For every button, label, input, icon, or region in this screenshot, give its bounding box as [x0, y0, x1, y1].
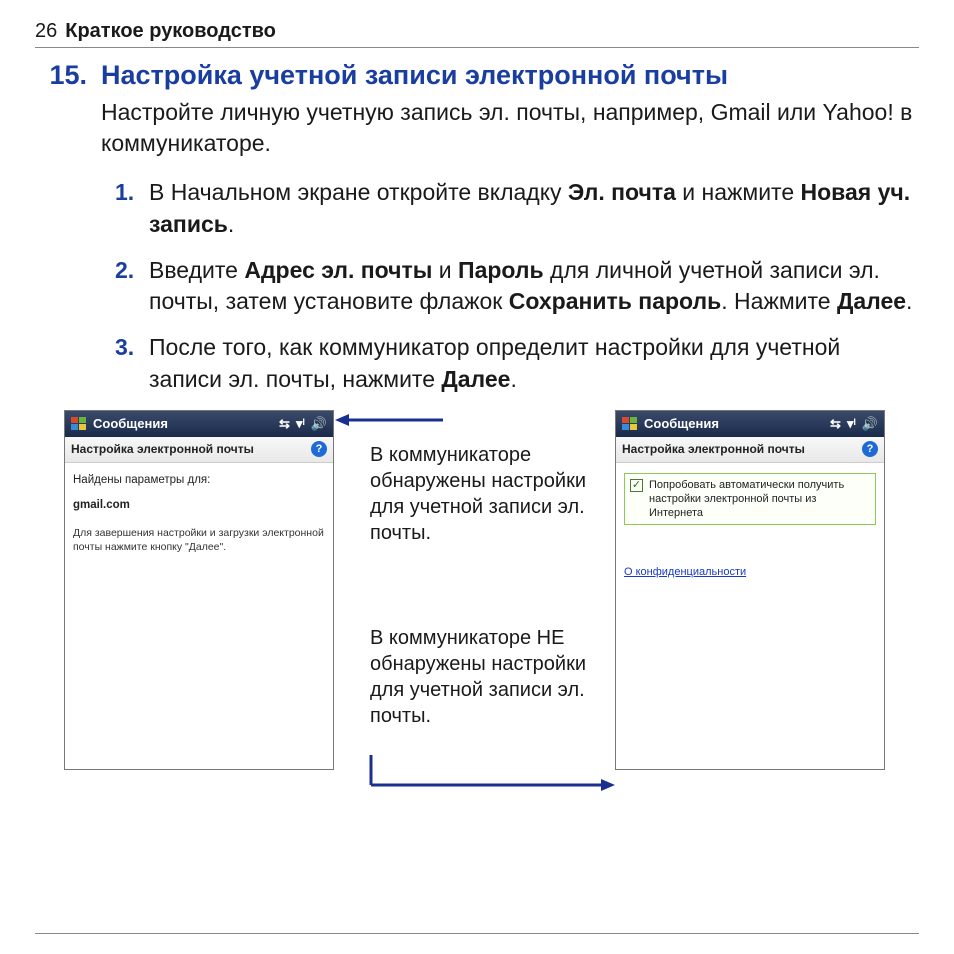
checkbox-icon[interactable]: ✓	[630, 479, 643, 492]
page-number: 26	[35, 20, 57, 43]
phone-screenshot-right: Сообщения ⇆ ▾ᴵ 🔊 Настройка электронной п…	[615, 410, 885, 770]
phone-subheader: Настройка электронной почты ?	[65, 437, 333, 463]
subheader-text: Настройка электронной почты	[622, 442, 805, 456]
section-heading: 15. Настройка учетной записи электронной…	[35, 60, 919, 91]
step-text: После того, как коммуникатор определит н…	[149, 332, 919, 395]
footer-rule	[35, 933, 919, 934]
signal-icon: ▾ᴵ	[847, 416, 856, 432]
titlebar-text: Сообщения	[93, 416, 168, 431]
privacy-link[interactable]: О конфиденциальности	[624, 565, 876, 580]
auto-settings-checkbox[interactable]: ✓ Попробовать автоматически получить нас…	[624, 473, 876, 526]
windows-logo-icon	[71, 417, 87, 431]
arrow-left-icon	[335, 410, 445, 430]
step-1: 1. В Начальном экране откройте вкладку Э…	[115, 177, 919, 240]
checkbox-label: Попробовать автоматически получить настр…	[649, 478, 870, 521]
phone-subheader: Настройка электронной почты ?	[616, 437, 884, 463]
phone-titlebar: Сообщения ⇆ ▾ᴵ 🔊	[65, 411, 333, 437]
annotation-not-found: В коммуникаторе НЕ обнаружены настройки …	[370, 625, 590, 729]
phone-titlebar: Сообщения ⇆ ▾ᴵ 🔊	[616, 411, 884, 437]
arrow-right-icon	[367, 755, 617, 795]
annotation-found: В коммуникаторе обнаружены настройки для…	[370, 442, 590, 546]
titlebar-text: Сообщения	[644, 416, 719, 431]
guide-title: Краткое руководство	[65, 20, 276, 43]
step-number: 1.	[115, 177, 139, 240]
section-number: 15.	[35, 60, 87, 91]
page-header: 26 Краткое руководство	[35, 20, 919, 48]
phone-body: ✓ Попробовать автоматически получить нас…	[616, 463, 884, 591]
speaker-icon: 🔊	[862, 416, 878, 432]
speaker-icon: 🔊	[311, 416, 327, 432]
found-domain: gmail.com	[73, 498, 325, 514]
step-number: 3.	[115, 332, 139, 395]
phone-screenshot-left: Сообщения ⇆ ▾ᴵ 🔊 Настройка электронной п…	[64, 410, 334, 770]
help-icon[interactable]: ?	[862, 441, 878, 457]
sync-icon: ⇆	[830, 416, 841, 432]
screenshots-area: Сообщения ⇆ ▾ᴵ 🔊 Настройка электронной п…	[35, 410, 919, 810]
phone-body: Найдены параметры для: gmail.com Для зав…	[65, 463, 333, 564]
step-text: Введите Адрес эл. почты и Пароль для лич…	[149, 255, 919, 318]
step-2: 2. Введите Адрес эл. почты и Пароль для …	[115, 255, 919, 318]
help-icon[interactable]: ?	[311, 441, 327, 457]
signal-icon: ▾ᴵ	[296, 416, 305, 432]
sync-icon: ⇆	[279, 416, 290, 432]
step-text: В Начальном экране откройте вкладку Эл. …	[149, 177, 919, 240]
windows-logo-icon	[622, 417, 638, 431]
step-3: 3. После того, как коммуникатор определи…	[115, 332, 919, 395]
instruction-text: Для завершения настройки и загрузки элек…	[73, 526, 325, 554]
section-title: Настройка учетной записи электронной поч…	[101, 60, 728, 91]
section-intro: Настройте личную учетную запись эл. почт…	[101, 97, 919, 159]
subheader-text: Настройка электронной почты	[71, 442, 254, 456]
found-label: Найдены параметры для:	[73, 473, 325, 489]
step-number: 2.	[115, 255, 139, 318]
